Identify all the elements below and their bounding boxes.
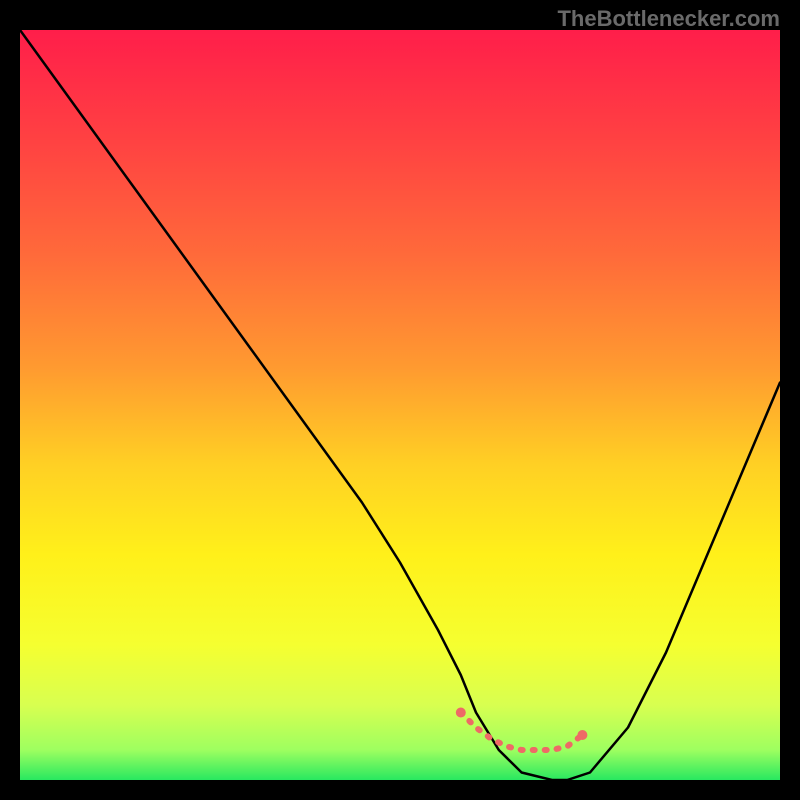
chart-canvas xyxy=(20,30,780,780)
chart-background xyxy=(20,30,780,780)
optimal-band-endpoint xyxy=(577,730,587,740)
bottleneck-chart xyxy=(20,30,780,780)
optimal-band-endpoint xyxy=(456,708,466,718)
watermark-text: TheBottlenecker.com xyxy=(557,6,780,32)
